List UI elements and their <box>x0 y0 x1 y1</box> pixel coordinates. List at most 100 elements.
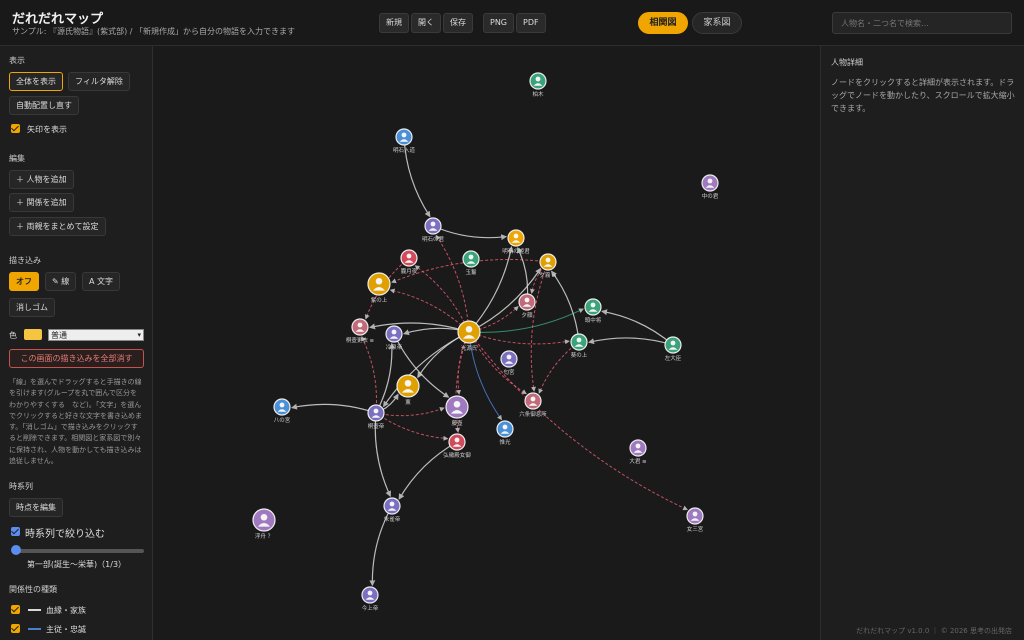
show-all-button[interactable]: 全体を表示 <box>9 72 63 91</box>
relation-edge[interactable] <box>389 288 470 333</box>
export-pdf-button[interactable]: PDF <box>516 13 546 33</box>
relation-edge[interactable] <box>468 331 527 395</box>
stroke-style-select[interactable]: 普通 ▾ <box>48 329 144 341</box>
person-node[interactable]: 八の宮 <box>273 398 291 424</box>
person-node[interactable]: 朱雀帝 <box>383 497 401 523</box>
relation-edge[interactable] <box>375 407 445 417</box>
tab-relation-map[interactable]: 相関図 <box>638 12 688 34</box>
person-icon <box>707 178 713 184</box>
person-node[interactable]: 葵の上 <box>570 333 588 359</box>
person-node[interactable]: 藤壺 <box>445 395 469 427</box>
person-node[interactable]: 冷泉帝 <box>385 325 403 351</box>
person-node[interactable]: 明石の君 <box>422 217 445 243</box>
save-button[interactable]: 保存 <box>443 13 473 33</box>
person-node[interactable]: 桐壺更衣 ≡ <box>346 318 375 344</box>
section-title-edit: 編集 <box>9 154 25 163</box>
details-help-text: ノードをクリックすると詳細が表示されます。ドラッグでノードを動かしたり、スクロー… <box>831 78 1015 113</box>
timeline-filter-checkbox[interactable] <box>11 527 20 536</box>
relation-edge[interactable] <box>369 322 470 333</box>
draw-text-button[interactable]: A 文字 <box>82 272 121 291</box>
timeline-slider[interactable] <box>13 549 144 553</box>
relation-graph[interactable]: 柏木明石入道中の君明石の君 明石の姫君朧月夜 玉鬘 夕霧 ≡ 紫の上夕顔頭中将桐壺更衣 … <box>154 46 819 640</box>
person-node[interactable]: 薫 <box>396 374 420 406</box>
person-node[interactable]: 左大臣 <box>664 336 682 362</box>
relation-edge[interactable] <box>551 270 580 343</box>
person-node-label: 明石入道 <box>393 146 416 154</box>
section-title-display: 表示 <box>9 56 25 65</box>
person-icon <box>391 329 397 335</box>
app-title: だれだれマップ <box>12 12 104 27</box>
search-input[interactable] <box>832 12 1012 34</box>
draw-off-button[interactable]: オフ <box>9 272 39 291</box>
person-node-label: 頭中将 <box>585 316 602 324</box>
relation-edge[interactable] <box>432 225 508 241</box>
person-icon <box>465 325 473 333</box>
add-person-button[interactable]: ＋ 人物を追加 <box>9 170 74 189</box>
relation-type-label-loyalty: 主従・忠誠 <box>46 625 86 634</box>
relation-edge[interactable] <box>435 234 470 333</box>
person-node[interactable]: 今上帝 <box>361 586 379 612</box>
person-node[interactable]: 夕顔 <box>518 293 536 319</box>
person-icon <box>670 340 676 346</box>
person-node[interactable]: 明石入道 <box>393 128 416 154</box>
person-node[interactable]: 女三宮 <box>686 507 704 533</box>
relayout-button[interactable]: 自動配置し直す <box>9 96 79 115</box>
edit-timepoints-button[interactable]: 時点を編集 <box>9 498 63 517</box>
open-button[interactable]: 開く <box>411 13 441 33</box>
draw-help-text: 「線」を選んでドラッグすると手描きの線を引けます(グループを丸で囲んで区分をわか… <box>9 378 142 466</box>
person-node[interactable]: 夕霧 ≡ <box>539 253 557 279</box>
person-icon <box>389 501 395 507</box>
relation-type-checkbox-blood[interactable] <box>11 605 20 614</box>
relation-edge[interactable] <box>414 265 470 333</box>
person-icon <box>502 424 508 430</box>
new-button[interactable]: 新規 <box>379 13 409 33</box>
relation-edge[interactable] <box>361 336 377 414</box>
person-node[interactable]: 弘徽殿女御 <box>443 433 471 459</box>
show-arrows-checkbox[interactable] <box>11 124 20 133</box>
section-title-timeline: 時系列 <box>9 482 33 491</box>
export-png-button[interactable]: PNG <box>483 13 515 33</box>
timeline-slider-thumb[interactable] <box>11 545 21 555</box>
relation-edge[interactable] <box>382 331 470 408</box>
person-node[interactable]: 柏木 <box>529 72 547 98</box>
clear-filter-button[interactable]: フィルタ解除 <box>68 72 130 91</box>
set-parents-button[interactable]: ＋ 両親をまとめて設定 <box>9 217 106 236</box>
relation-edge[interactable] <box>588 337 674 346</box>
person-icon <box>468 254 474 260</box>
clear-drawings-button[interactable]: この画面の描き込みを全部消す <box>9 349 144 368</box>
relation-edge[interactable] <box>375 412 449 441</box>
graph-canvas[interactable]: 柏木明石入道中の君明石の君 明石の姫君朧月夜 玉鬘 夕霧 ≡ 紫の上夕顔頭中将桐壺更衣 … <box>154 46 819 640</box>
relation-edge[interactable] <box>290 403 377 414</box>
person-node[interactable]: 玉鬘 <box>462 250 480 276</box>
person-node-label: 弘徽殿女御 <box>443 451 471 459</box>
relation-edge[interactable] <box>601 309 674 346</box>
person-node[interactable]: 大君 ≡ <box>629 439 647 465</box>
relation-edge[interactable] <box>538 341 580 394</box>
color-label: 色 <box>9 331 17 340</box>
person-node[interactable]: 頭中将 <box>584 298 602 324</box>
draw-line-button[interactable]: ✎ 線 <box>45 272 77 291</box>
add-relation-button[interactable]: ＋ 関係を追加 <box>9 193 74 212</box>
person-node[interactable]: 浮舟 ？ <box>252 508 276 540</box>
relation-edge[interactable] <box>468 331 570 345</box>
person-node[interactable]: 中の君 <box>701 174 719 200</box>
person-icon <box>513 233 519 239</box>
person-node[interactable]: 桐壺帝 <box>367 404 385 430</box>
person-node-label: 女三宮 <box>687 525 704 533</box>
relation-edge[interactable] <box>375 342 395 414</box>
person-node[interactable]: 光源氏 <box>457 320 481 352</box>
person-node[interactable]: 紫の上 <box>367 272 391 304</box>
person-node-label: 桐壺更衣 ≡ <box>346 336 375 344</box>
person-node[interactable]: 惟光 <box>496 420 514 446</box>
relation-edge[interactable] <box>398 441 458 500</box>
person-node[interactable]: 六条御息所 <box>519 392 547 418</box>
person-node-label: 八の宮 <box>274 416 291 424</box>
person-node-label: 柏木 <box>532 90 544 98</box>
tab-family-tree[interactable]: 家系図 <box>692 12 742 34</box>
person-node[interactable]: 明石の姫君 <box>502 229 530 255</box>
color-swatch[interactable] <box>24 329 42 340</box>
person-node[interactable]: 匂宮 <box>500 350 518 376</box>
person-node[interactable]: 朧月夜 <box>400 249 418 275</box>
eraser-button[interactable]: 消しゴム <box>9 298 55 317</box>
relation-type-checkbox-loyalty[interactable] <box>11 624 20 633</box>
